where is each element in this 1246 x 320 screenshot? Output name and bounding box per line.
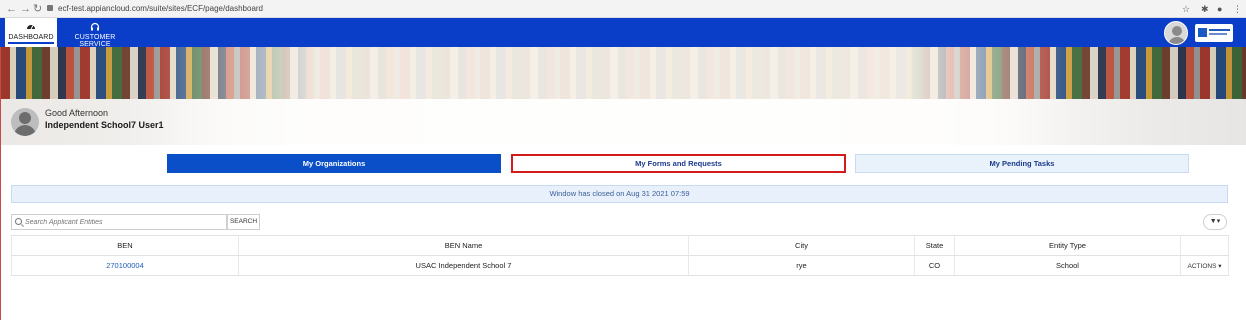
table-row: 270100004 USAC Independent School 7 rye … xyxy=(11,255,1229,276)
lock-icon xyxy=(47,5,53,11)
ben-link[interactable]: 270100004 xyxy=(11,255,239,276)
greeting-avatar xyxy=(11,108,39,136)
entity-type-cell: School xyxy=(954,255,1181,276)
ben-name-cell: USAC Independent School 7 xyxy=(238,255,689,276)
user-avatar[interactable] xyxy=(1164,21,1188,45)
nav-tab-customer-service[interactable]: CUSTOMER SERVICE xyxy=(62,18,128,48)
search-icon xyxy=(15,218,22,225)
greeting-text: Good Afternoon xyxy=(45,108,109,118)
actions-cell: ACTIONS ▾ xyxy=(1180,255,1229,276)
nav-tab-label: CUSTOMER SERVICE xyxy=(74,34,116,48)
city-cell: rye xyxy=(688,255,915,276)
profile-icon[interactable]: ● xyxy=(1217,3,1222,15)
browser-toolbar: ← → ↻ ecf-test.appiancloud.com/suite/sit… xyxy=(0,0,1246,18)
back-icon[interactable]: ← xyxy=(6,2,17,16)
actions-button[interactable]: ACTIONS ▾ xyxy=(1184,261,1226,271)
window-closed-notice: Window has closed on Aug 31 2021 07:59 xyxy=(11,185,1228,203)
column-header-city[interactable]: City xyxy=(688,235,915,256)
state-cell: CO xyxy=(914,255,955,276)
address-bar[interactable]: ecf-test.appiancloud.com/suite/sites/ECF… xyxy=(58,3,263,15)
hero-banner xyxy=(0,47,1246,145)
window-edge xyxy=(0,47,1,320)
tab-my-pending-tasks[interactable]: My Pending Tasks xyxy=(855,154,1189,173)
tab-my-organizations[interactable]: My Organizations xyxy=(167,154,501,173)
site-logo[interactable] xyxy=(1195,24,1233,42)
search-box[interactable] xyxy=(11,214,227,230)
search-button[interactable]: SEARCH xyxy=(227,214,260,230)
nav-tab-dashboard[interactable]: DASHBOARD xyxy=(5,18,57,47)
headset-icon xyxy=(90,22,100,31)
filter-icon: ▼▾ xyxy=(1209,218,1221,225)
user-name: Independent School7 User1 xyxy=(45,120,164,130)
column-header-ben-name[interactable]: BEN Name xyxy=(238,235,689,256)
tab-my-forms-and-requests[interactable]: My Forms and Requests xyxy=(511,154,846,173)
table-header-row: BEN BEN Name City State Entity Type xyxy=(11,235,1229,256)
entities-table: BEN BEN Name City State Entity Type 2701… xyxy=(11,235,1229,276)
column-header-state[interactable]: State xyxy=(914,235,955,256)
star-icon[interactable]: ☆ xyxy=(1182,3,1190,15)
filter-button[interactable]: ▼▾ xyxy=(1203,214,1227,230)
extensions-icon[interactable]: ✱ xyxy=(1201,3,1209,15)
forward-icon[interactable]: → xyxy=(20,2,31,16)
nav-tab-label: DASHBOARD xyxy=(8,34,54,44)
column-header-ben[interactable]: BEN xyxy=(11,235,239,256)
column-header-actions xyxy=(1180,235,1229,256)
app-header xyxy=(0,18,1246,47)
gauge-icon xyxy=(27,25,35,30)
column-header-entity-type[interactable]: Entity Type xyxy=(954,235,1181,256)
menu-icon[interactable]: ⋮ xyxy=(1233,3,1242,15)
reload-icon[interactable]: ↻ xyxy=(33,2,42,16)
search-input[interactable] xyxy=(25,216,225,228)
